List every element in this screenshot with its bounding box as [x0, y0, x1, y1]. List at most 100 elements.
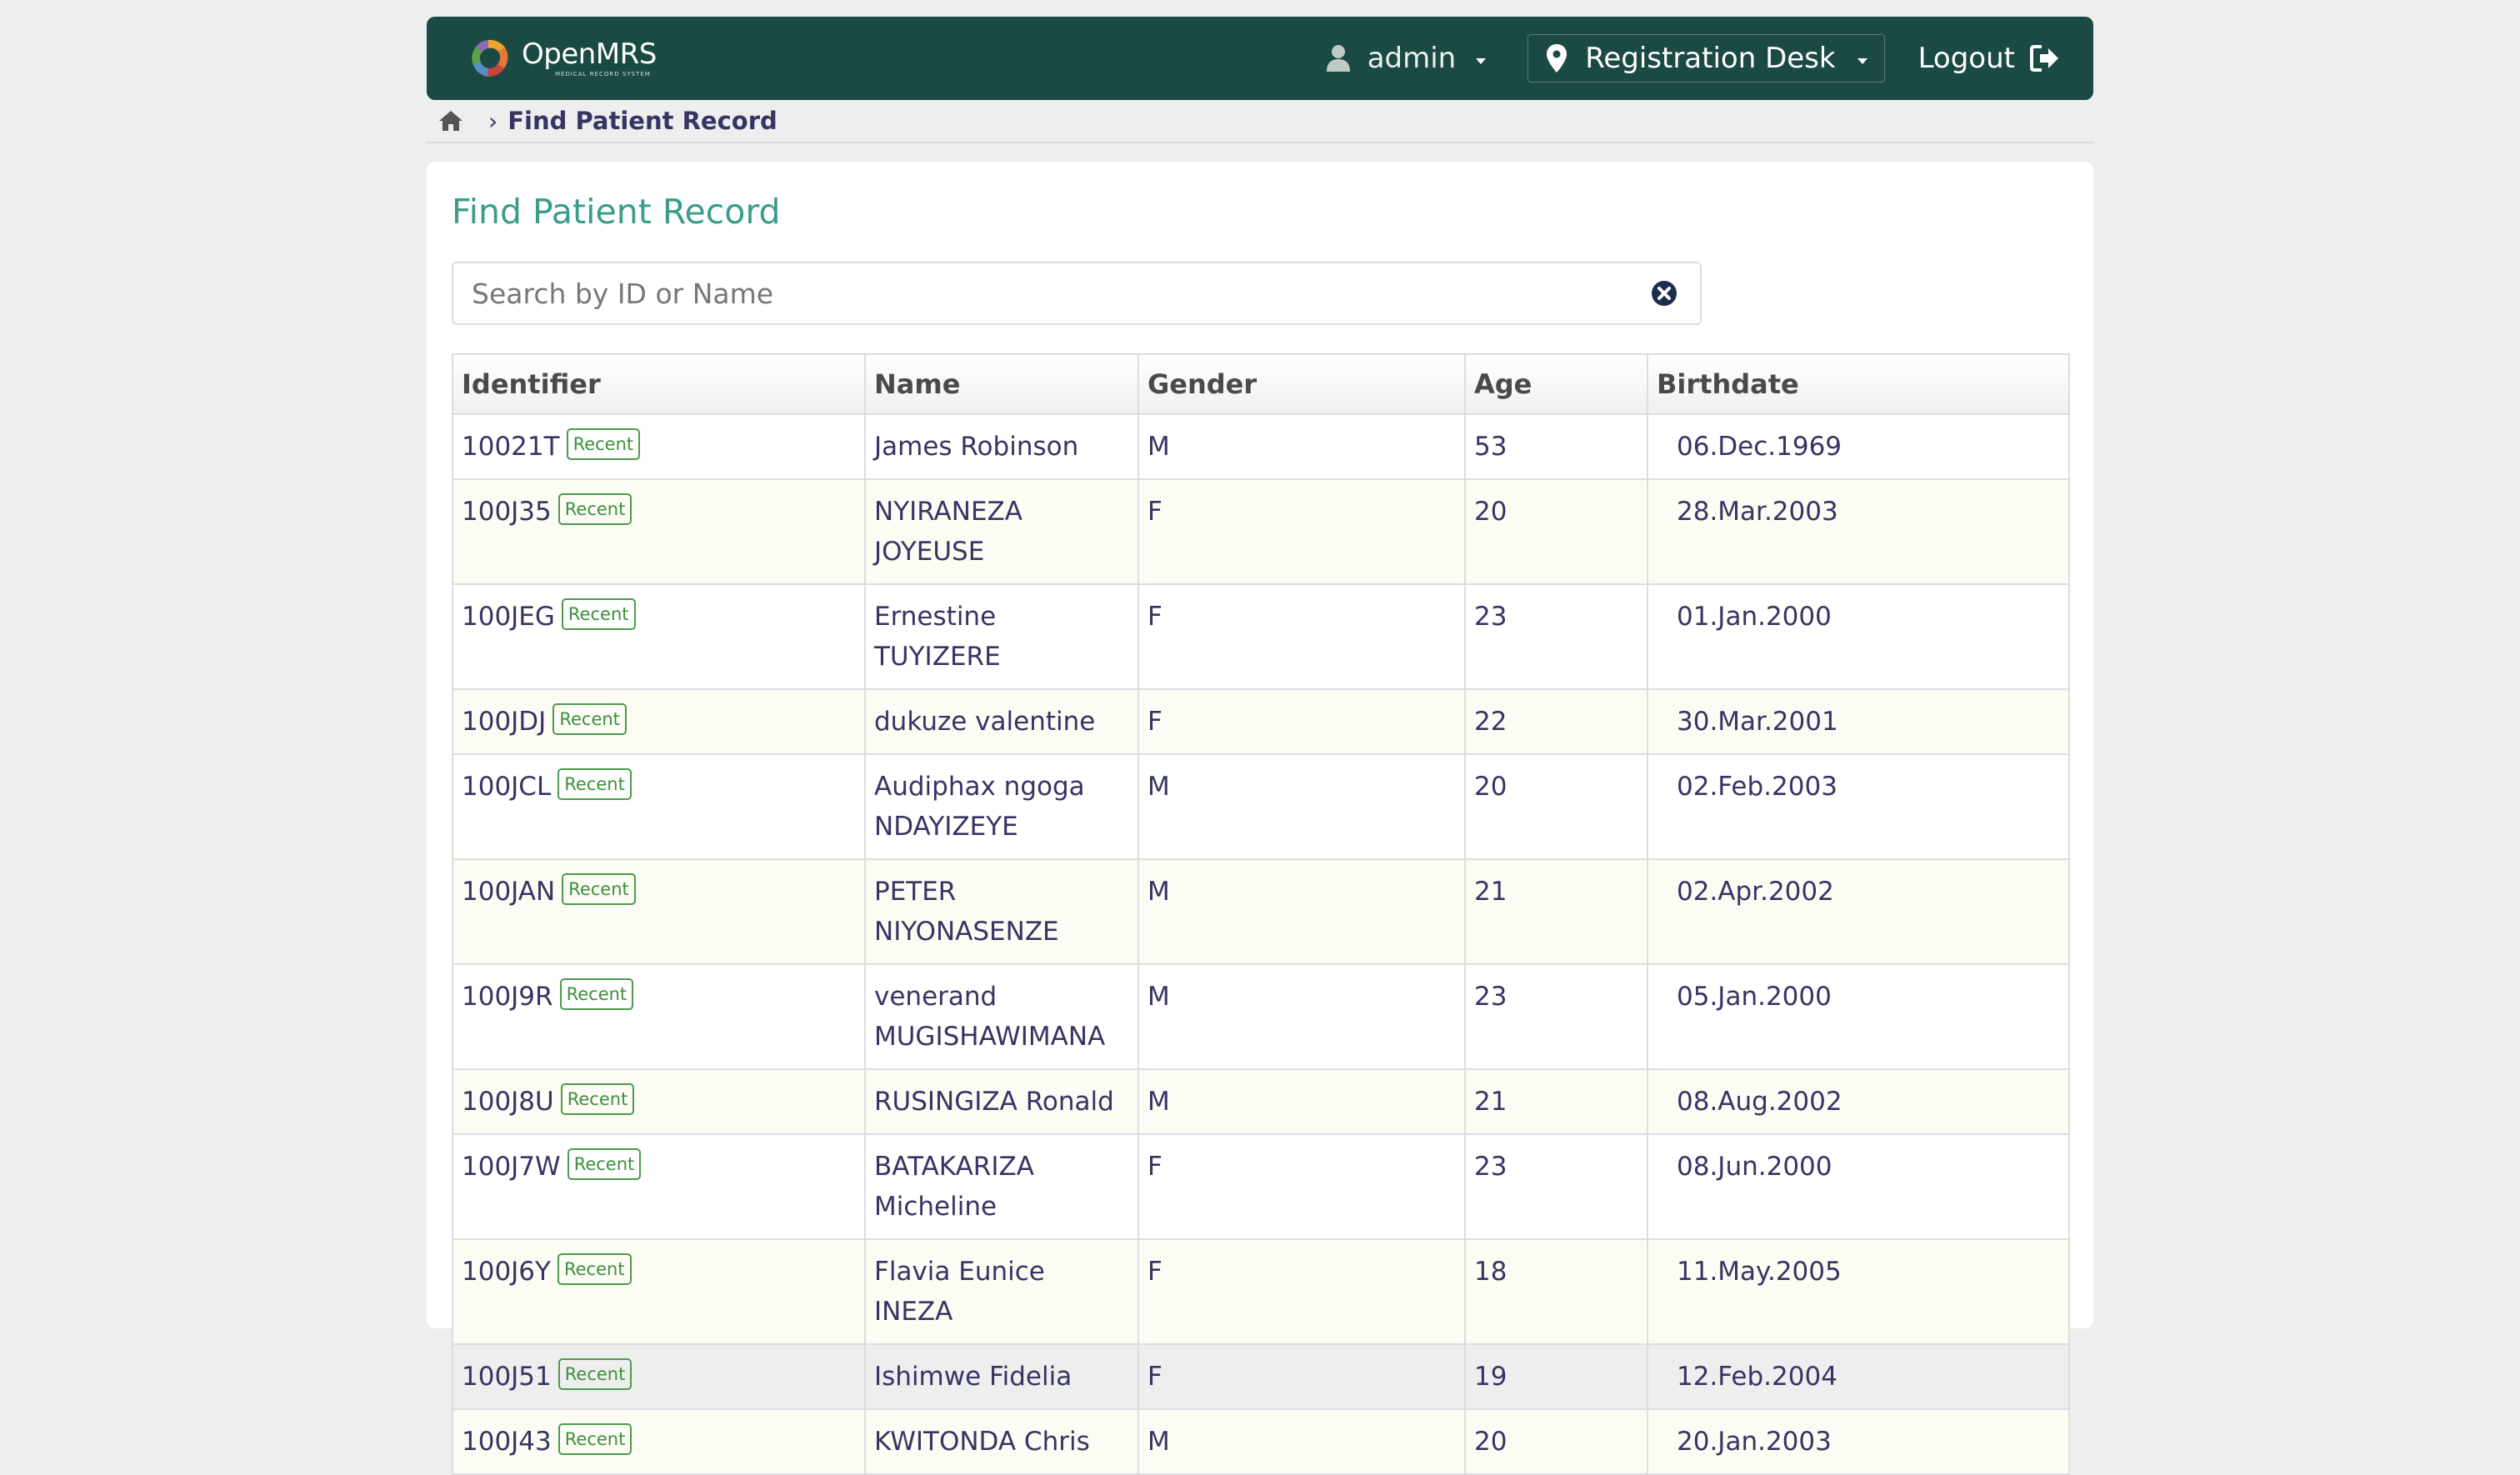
column-header-gender[interactable]: Gender	[1138, 353, 1466, 415]
cell-birthdate: 28.Mar.2003	[1647, 478, 2070, 585]
cell-identifier: 100JEG Recent	[452, 583, 866, 690]
recent-badge: Recent	[558, 493, 632, 525]
app-frame: OpenMRS MEDICAL RECORD SYSTEM admin Regi…	[427, 17, 2093, 1475]
cell-age: 20	[1464, 753, 1648, 860]
table-row[interactable]: 100JCL Recent Audiphax ngoga NDAYIZEYE M 20 0…	[452, 753, 2070, 860]
cell-name: NYIRANEZA JOYEUSE	[864, 478, 1139, 585]
cell-birthdate: 02.Apr.2002	[1647, 858, 2070, 965]
patient-identifier: 100JDJ	[462, 707, 547, 737]
column-header-age[interactable]: Age	[1464, 353, 1648, 415]
table-row[interactable]: 100JDJ Recent dukuze valentine F 22 30.Mar.20…	[452, 688, 2070, 755]
main-panel: Find Patient Record Identifier Name Gend	[427, 162, 2093, 1475]
logout-button[interactable]: Logout	[1918, 42, 2060, 75]
search-box	[452, 262, 1702, 325]
cell-age: 22	[1464, 688, 1648, 755]
cell-gender: F	[1138, 1238, 1466, 1345]
cell-identifier: 100JAN Recent	[452, 858, 866, 965]
clear-search-icon[interactable]	[1650, 279, 1678, 308]
cell-name: RUSINGIZA Ronald	[864, 1068, 1139, 1135]
cell-gender: M	[1138, 753, 1466, 860]
cell-age: 23	[1464, 1133, 1648, 1240]
logo-subtitle: MEDICAL RECORD SYSTEM	[555, 70, 651, 78]
logo-name: OpenMRS	[522, 37, 657, 71]
table-row[interactable]: 100J7W Recent BATAKARIZA Micheline F 23 08.Ju…	[452, 1133, 2070, 1240]
location-selector[interactable]: Registration Desk	[1528, 34, 1885, 82]
map-marker-icon	[1547, 44, 1568, 72]
logo[interactable]: OpenMRS MEDICAL RECORD SYSTEM	[470, 37, 657, 80]
cell-gender: M	[1138, 963, 1466, 1070]
sign-out-icon	[2030, 45, 2058, 72]
user-menu[interactable]: admin	[1326, 42, 1487, 75]
user-icon	[1326, 45, 1350, 72]
table-row[interactable]: 10021T Recent James Robinson M 53 06.Dec.1969	[452, 413, 2070, 480]
logo-text: OpenMRS MEDICAL RECORD SYSTEM	[522, 40, 657, 78]
header-actions: admin Registration Desk Logout	[1326, 17, 2060, 100]
cell-identifier: 100J43 Recent	[452, 1408, 866, 1475]
cell-identifier: 100J6Y Recent	[452, 1238, 866, 1345]
cell-gender: F	[1138, 478, 1466, 585]
recent-badge: Recent	[560, 1083, 635, 1115]
cell-birthdate: 11.May.2005	[1647, 1238, 2070, 1345]
column-header-birthdate[interactable]: Birthdate	[1647, 353, 2070, 415]
patient-identifier: 100J9R	[462, 982, 553, 1012]
patient-identifier: 100J8U	[462, 1087, 554, 1117]
recent-badge: Recent	[561, 598, 636, 630]
cell-name: Ernestine TUYIZERE	[864, 583, 1139, 690]
cell-birthdate: 08.Aug.2002	[1647, 1068, 2070, 1135]
cell-gender: M	[1138, 858, 1466, 965]
cell-gender: M	[1138, 413, 1466, 480]
cell-name: BATAKARIZA Micheline	[864, 1133, 1139, 1240]
cell-birthdate: 06.Dec.1969	[1647, 413, 2070, 480]
header-bar: OpenMRS MEDICAL RECORD SYSTEM admin Regi…	[427, 17, 2093, 100]
table-row[interactable]: 100J51 Recent Ishimwe Fidelia F 19 12.Feb.200…	[452, 1343, 2070, 1410]
breadcrumb: › Find Patient Record	[427, 100, 2093, 143]
cell-birthdate: 30.Mar.2001	[1647, 688, 2070, 755]
cell-age: 53	[1464, 413, 1648, 480]
cell-gender: F	[1138, 688, 1466, 755]
column-header-identifier[interactable]: Identifier	[452, 353, 866, 415]
patient-identifier: 100JAN	[462, 877, 556, 907]
table-header-row: Identifier Name Gender Age Birthdate	[452, 353, 2070, 415]
patient-table-body: 10021T Recent James Robinson M 53 06.Dec.1969…	[452, 413, 2070, 1475]
cell-identifier: 100J8U Recent	[452, 1068, 866, 1135]
cell-identifier: 100J35 Recent	[452, 478, 866, 585]
cell-gender: M	[1138, 1408, 1466, 1475]
cell-name: KWITONDA Chris	[864, 1408, 1139, 1475]
cell-name: Ishimwe Fidelia	[864, 1343, 1139, 1410]
recent-badge: Recent	[558, 768, 632, 800]
column-header-name[interactable]: Name	[864, 353, 1139, 415]
cell-birthdate: 20.Jan.2003	[1647, 1408, 2070, 1475]
cell-gender: F	[1138, 583, 1466, 690]
chevron-down-icon	[1857, 58, 1868, 64]
table-row[interactable]: 100J8U Recent RUSINGIZA Ronald M 21 08.Aug.20…	[452, 1068, 2070, 1135]
patient-identifier: 100J7W	[462, 1152, 561, 1182]
cell-age: 21	[1464, 1068, 1648, 1135]
location-name: Registration Desk	[1585, 42, 1836, 75]
page-title: Find Patient Record	[452, 192, 781, 232]
table-row[interactable]: 100JAN Recent PETER NIYONASENZE M 21 02.Apr.2…	[452, 858, 2070, 965]
search-input[interactable]	[470, 268, 1650, 319]
breadcrumb-current: Find Patient Record	[508, 107, 778, 135]
home-icon[interactable]	[438, 110, 463, 132]
cell-age: 19	[1464, 1343, 1648, 1410]
cell-identifier: 100JDJ Recent	[452, 688, 866, 755]
chevron-right-icon: ›	[488, 107, 498, 135]
table-row[interactable]: 100J6Y Recent Flavia Eunice INEZA F 18 11.May…	[452, 1238, 2070, 1345]
table-row[interactable]: 100J9R Recent venerand MUGISHAWIMANA M 23 05.…	[452, 963, 2070, 1070]
patient-table: Identifier Name Gender Age Birthdate 100…	[452, 353, 2070, 1475]
cell-name: venerand MUGISHAWIMANA	[864, 963, 1139, 1070]
patient-identifier: 100J51	[462, 1362, 552, 1392]
cell-name: dukuze valentine	[864, 688, 1139, 755]
table-row[interactable]: 100J35 Recent NYIRANEZA JOYEUSE F 20 28.Mar.2…	[452, 478, 2070, 585]
table-row[interactable]: 100JEG Recent Ernestine TUYIZERE F 23 01.Jan.…	[452, 583, 2070, 690]
recent-badge: Recent	[557, 1253, 632, 1285]
patient-identifier: 10021T	[462, 432, 560, 462]
cell-identifier: 100JCL Recent	[452, 753, 866, 860]
table-row[interactable]: 100J43 Recent KWITONDA Chris M 20 20.Jan.2003	[452, 1408, 2070, 1475]
recent-badge: Recent	[558, 1423, 632, 1455]
cell-birthdate: 02.Feb.2003	[1647, 753, 2070, 860]
cell-age: 21	[1464, 858, 1648, 965]
cell-age: 23	[1464, 963, 1648, 1070]
recent-badge: Recent	[559, 978, 634, 1010]
cell-age: 20	[1464, 478, 1648, 585]
